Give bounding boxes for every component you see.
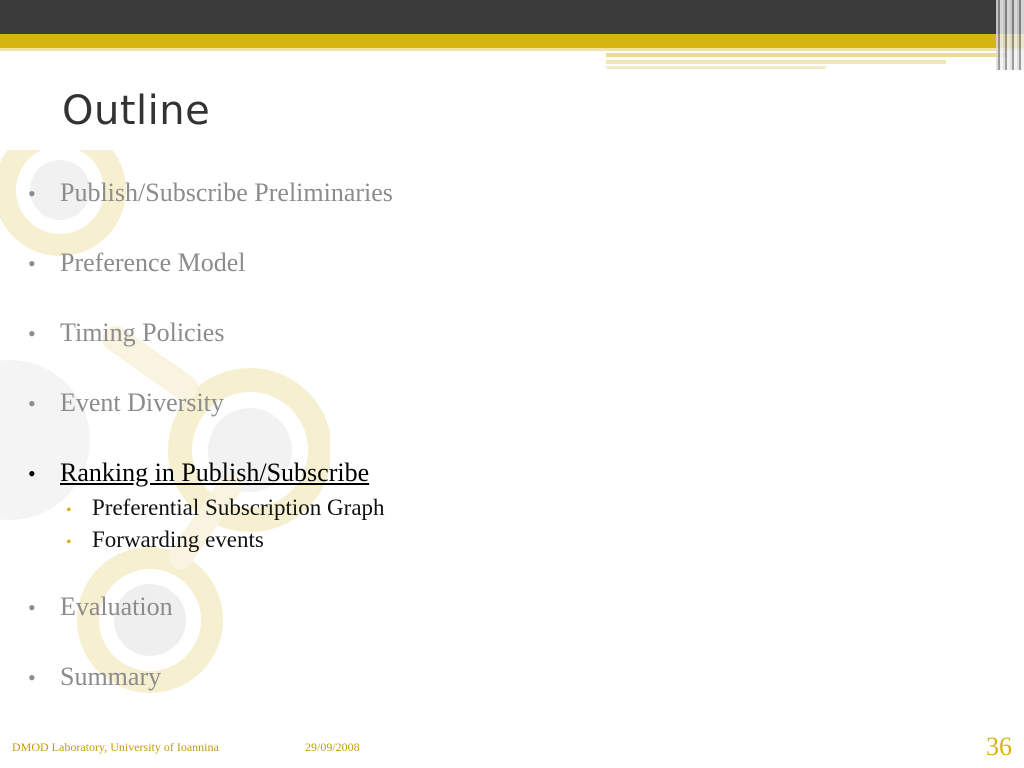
header-dark-bar bbox=[0, 0, 1024, 34]
page-number: 36 bbox=[986, 732, 1012, 761]
bullet-dot-icon: • bbox=[28, 181, 36, 206]
bullet-item: • Event Diversity bbox=[28, 388, 224, 418]
bullet-item-current: • Ranking in Publish/Subscribe bbox=[28, 458, 369, 488]
bullet-text: Preference Model bbox=[60, 248, 246, 277]
bullet-text: Evaluation bbox=[60, 592, 173, 621]
decor-stripe bbox=[606, 60, 946, 64]
bullet-text: Summary bbox=[60, 662, 162, 691]
slide-title: Outline bbox=[62, 88, 211, 134]
bullet-item: • Summary bbox=[28, 662, 161, 692]
sub-bullet-dot-icon: • bbox=[66, 534, 72, 551]
sub-bullet-item: • Forwarding events bbox=[66, 527, 264, 553]
footer-organization: DMOD Laboratory, University of Ioannina bbox=[12, 740, 219, 754]
bullet-item: • Publish/Subscribe Preliminaries bbox=[28, 178, 393, 208]
sub-bullet-dot-icon: • bbox=[66, 502, 72, 519]
bullet-text: Timing Policies bbox=[60, 318, 225, 347]
header-gold-bar bbox=[0, 34, 1024, 48]
header-gold-line bbox=[0, 48, 1024, 51]
bullet-item: • Evaluation bbox=[28, 592, 173, 622]
bullet-item: • Preference Model bbox=[28, 248, 246, 278]
footer-date: 29/09/2008 bbox=[305, 740, 360, 754]
sub-bullet-text: Preferential Subscription Graph bbox=[92, 495, 385, 520]
bullet-item: • Timing Policies bbox=[28, 318, 224, 348]
bullet-text: Event Diversity bbox=[60, 388, 224, 417]
bullet-text-current: Ranking in Publish/Subscribe bbox=[60, 458, 370, 487]
decor-edge-lines bbox=[996, 0, 1024, 70]
decor-stripe bbox=[606, 53, 1006, 57]
bullet-dot-icon: • bbox=[28, 461, 36, 486]
bullet-text: Publish/Subscribe Preliminaries bbox=[60, 178, 393, 207]
bullet-dot-icon: • bbox=[28, 595, 36, 620]
sub-bullet-text: Forwarding events bbox=[92, 527, 264, 552]
sub-bullet-item: • Preferential Subscription Graph bbox=[66, 495, 385, 521]
bullet-dot-icon: • bbox=[28, 321, 36, 346]
bullet-dot-icon: • bbox=[28, 251, 36, 276]
decor-stripe bbox=[606, 66, 826, 69]
bullet-dot-icon: • bbox=[28, 665, 36, 690]
bullet-dot-icon: • bbox=[28, 391, 36, 416]
background-watermark bbox=[0, 150, 330, 693]
